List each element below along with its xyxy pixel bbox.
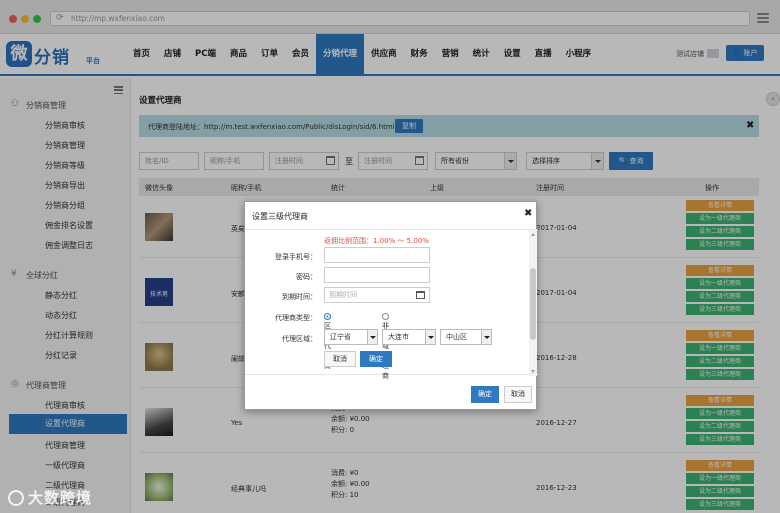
agent-type-label: 代理商类型： [275, 314, 317, 322]
radio-unchecked-icon [382, 313, 389, 320]
confirm-button[interactable]: 确定 [471, 386, 499, 403]
scroll-thumb[interactable] [530, 268, 536, 340]
inner-confirm-button[interactable]: 确定 [360, 351, 392, 367]
radio-checked-icon [324, 313, 331, 320]
chevron-down-icon [367, 330, 377, 344]
watermark: 大数跨境 [8, 487, 92, 508]
rate-range-hint: 返佣比例范围：1.00% ～ 5.00% [324, 237, 429, 245]
calendar-icon[interactable] [416, 291, 425, 299]
radio-non-regional-agent[interactable]: 非区域代理商 [382, 313, 391, 381]
login-phone-input[interactable] [324, 247, 430, 263]
city-select[interactable]: 大连市 [382, 329, 436, 345]
password-input[interactable] [324, 267, 430, 283]
watermark-logo-icon [8, 490, 24, 506]
dialog-title: 设置三级代理商 [252, 212, 308, 221]
dialog-scrollbar[interactable] [529, 230, 537, 376]
close-icon[interactable]: ✖ [524, 208, 532, 219]
expire-date-input[interactable]: 到期时间 [324, 287, 430, 303]
cancel-button[interactable]: 取消 [504, 386, 532, 403]
province-select[interactable]: 辽宁省 [324, 329, 378, 345]
scroll-up-icon[interactable] [531, 233, 535, 236]
inner-cancel-button[interactable]: 取消 [324, 351, 356, 367]
password-label: 密码： [296, 273, 317, 281]
chevron-down-icon [481, 330, 491, 344]
scroll-down-icon[interactable] [531, 370, 535, 373]
chevron-down-icon [425, 330, 435, 344]
region-label: 代理区域： [282, 335, 317, 343]
expire-label: 到期时间： [282, 293, 317, 301]
phone-label: 登录手机号： [275, 253, 317, 261]
dialog-body: 返佣比例范围：1.00% ～ 5.00% 登录手机号： 密码： 到期时间： 到期… [245, 229, 538, 380]
set-agent-dialog: 设置三级代理商 ✖ 返佣比例范围：1.00% ～ 5.00% 登录手机号： 密码… [244, 201, 538, 410]
district-select[interactable]: 中山区 [440, 329, 492, 345]
